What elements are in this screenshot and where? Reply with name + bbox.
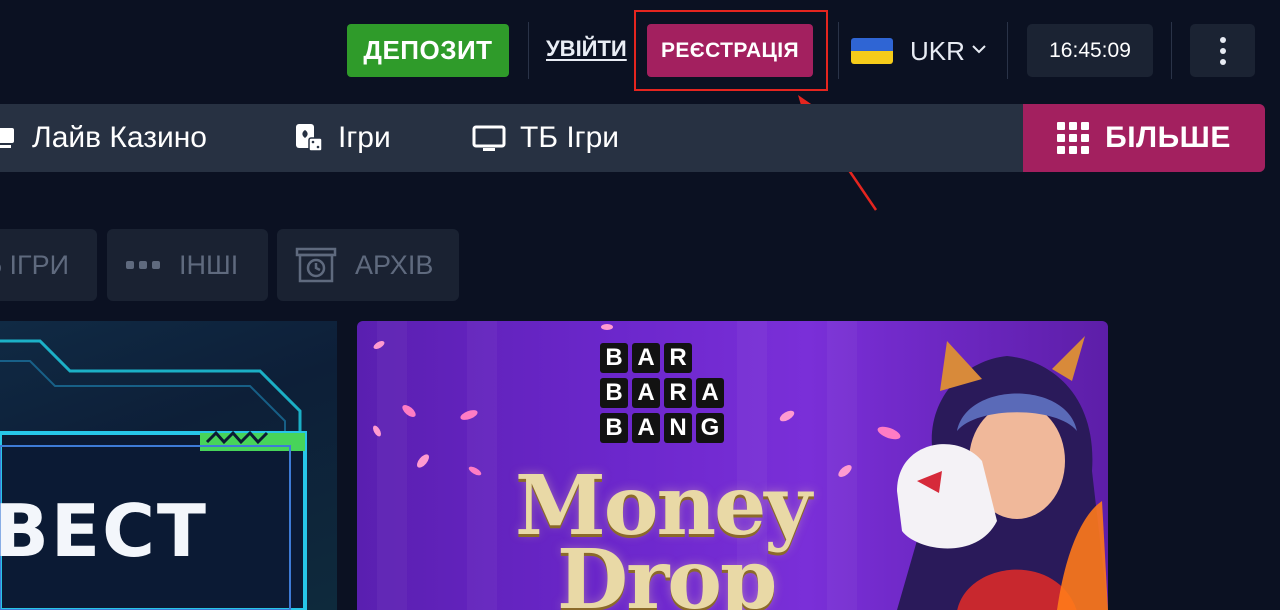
archive-clock-icon [295,247,337,283]
nav-item-games[interactable]: Ігри [294,104,391,172]
chip-label: 5 ІГРИ [0,249,69,280]
banner-title-line2: Drop [557,532,777,610]
nav-item-label: Ігри [338,121,391,154]
dot-icon [1219,47,1226,54]
header-divider [838,22,839,79]
chevron-down-icon[interactable] [972,44,986,54]
filter-chip-archive[interactable]: АРХІВ [277,229,459,301]
more-button[interactable]: БІЛЬШЕ [1023,104,1265,172]
dots-icon [126,261,160,269]
nav-item-label: ТБ Ігри [520,121,620,154]
promo-banner-money-drop[interactable]: BAR BARA BANG Money Drop [357,321,1108,610]
chip-label: АРХІВ [355,249,434,280]
grid-icon [1057,122,1090,154]
more-label: БІЛЬШЕ [1105,121,1231,154]
nav-item-label: Лайв Казино [32,121,207,154]
barbarabang-logo: BAR BARA BANG [600,343,724,443]
language-selector[interactable]: UKR [910,36,965,67]
ukraine-flag-icon[interactable] [851,38,893,64]
tv-icon [472,125,506,151]
login-link[interactable]: УВІЙТИ [546,36,627,62]
header-divider [1171,22,1172,79]
nav-item-live-casino[interactable]: Лайв Казино [0,104,207,172]
header-divider [1007,22,1008,79]
header-divider [528,22,529,79]
chip-label: ІНШІ [179,249,239,280]
filter-chip-other[interactable]: ІНШІ [107,229,268,301]
dot-icon [1219,36,1226,43]
register-highlight-box [634,10,828,91]
filter-chip-games[interactable]: 5 ІГРИ [0,229,97,301]
kebab-menu-button[interactable] [1190,24,1255,77]
promo-banner-left[interactable]: BECT [0,321,337,610]
nav-item-tv-games[interactable]: ТБ Ігри [472,104,619,172]
dot-icon [1219,58,1226,65]
cards-icon [296,124,323,152]
clock: 16:45:09 [1027,24,1153,77]
banner-left-title: BECT [0,489,209,573]
live-casino-icon [0,128,14,148]
deposit-button[interactable]: ДЕПОЗИТ [347,24,509,77]
